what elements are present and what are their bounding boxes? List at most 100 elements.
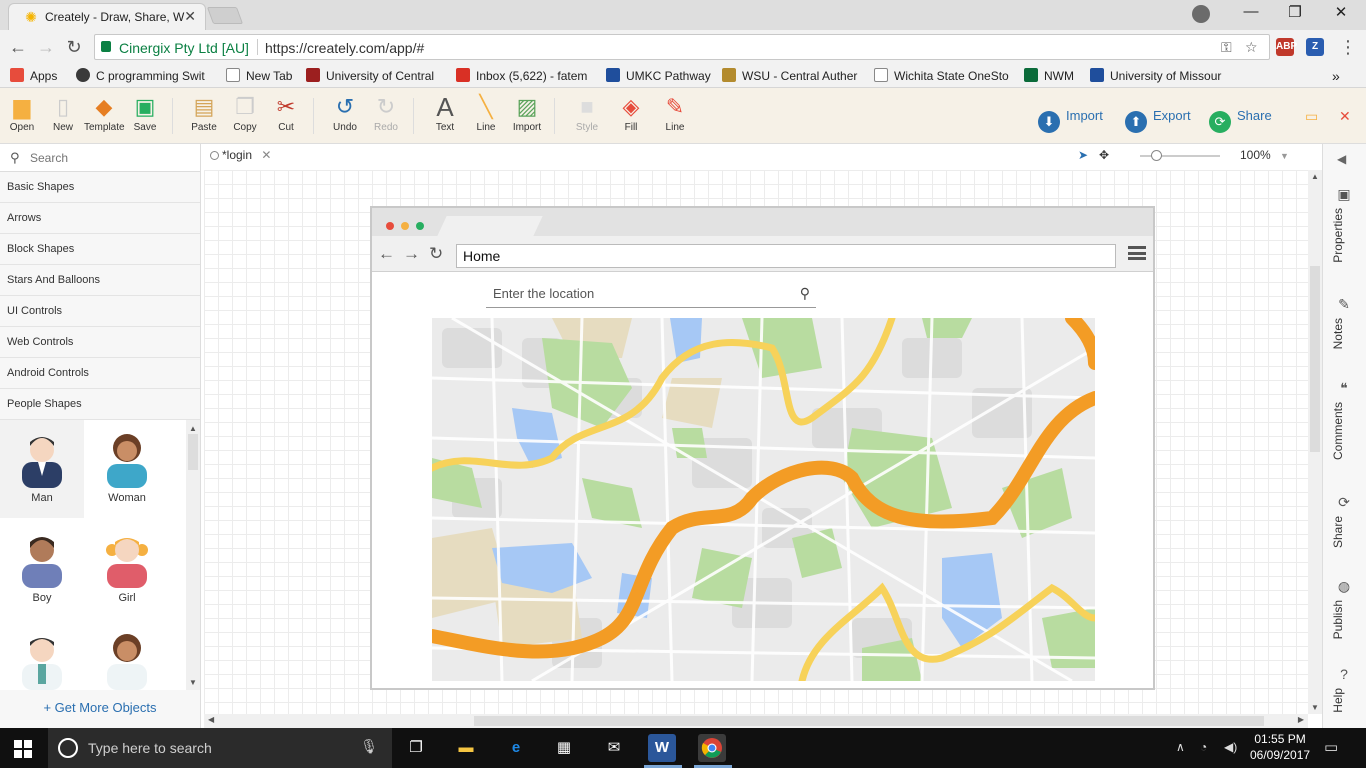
bookmark-c-programming[interactable]: C programming Swit [76, 68, 216, 83]
text-button[interactable]: A Text [425, 92, 465, 133]
cut-button[interactable]: ✂ Cut [266, 92, 306, 133]
adblock-icon[interactable]: ABP [1276, 38, 1297, 56]
new-button[interactable]: ▯ New [43, 92, 83, 133]
browser-tab[interactable]: ✺ Creately - Draw, Share, W ✕ [8, 3, 206, 30]
shape-doctor-female[interactable] [85, 620, 169, 690]
library-search-input[interactable] [30, 148, 190, 168]
bookmark-star-icon[interactable]: ☆ [1245, 39, 1258, 56]
back-icon[interactable]: ← [6, 37, 30, 58]
redo-button[interactable]: ↻ Redo [366, 92, 406, 133]
select-pointer-icon[interactable]: ➤ [1078, 148, 1088, 162]
fill-button[interactable]: ◈ Fill [611, 92, 651, 133]
browser-mockup-shape[interactable]: ← → ↻ Home Enter the location ⚲ [370, 206, 1155, 690]
bookmark-missouri[interactable]: University of Missour [1090, 68, 1224, 83]
properties-tab[interactable]: ▣ Properties [1323, 184, 1366, 284]
bookmark-ucf[interactable]: University of Central [306, 68, 440, 83]
network-icon[interactable]: ◔ [1200, 740, 1207, 754]
save-button[interactable]: ▣ Save [125, 92, 165, 133]
undo-button[interactable]: ↺ Undo [325, 92, 365, 133]
close-tab-icon[interactable]: ✕ [184, 8, 196, 25]
scroll-up-icon[interactable]: ▲ [1311, 172, 1319, 181]
shape-doctor-male[interactable] [0, 620, 84, 690]
bookmark-gmail[interactable]: Inbox (5,622) - fatem [456, 68, 592, 83]
url-text[interactable]: https://creately.com/app/# [265, 40, 424, 56]
close-document-icon[interactable]: ✕ [261, 148, 271, 162]
library-category[interactable]: Stars And Balloons [0, 265, 200, 296]
bookmark-new-tab[interactable]: New Tab [226, 68, 292, 83]
share-tab[interactable]: ⟳ Share [1323, 492, 1366, 562]
system-clock[interactable]: 01:55 PM 06/09/2017 [1250, 731, 1310, 763]
window-close-icon[interactable]: ✕ [1318, 3, 1364, 21]
zoom-slider-knob[interactable] [1151, 150, 1162, 161]
profile-icon[interactable] [1192, 5, 1210, 23]
open-button[interactable]: ▆ Open [2, 92, 42, 133]
tray-expand-icon[interactable]: ∧ [1176, 740, 1185, 754]
word-icon[interactable]: W [648, 734, 676, 762]
bookmark-wichita[interactable]: Wichita State OneSto [874, 68, 1010, 83]
line-style-button[interactable]: ✎ Line [655, 92, 695, 133]
canvas-vscroll-thumb[interactable] [1310, 266, 1320, 452]
share-button[interactable]: ⟳ Share [1209, 108, 1272, 133]
scroll-left-icon[interactable]: ◀ [208, 715, 214, 724]
publish-tab[interactable]: ◍ Publish [1323, 576, 1366, 646]
zotero-icon[interactable]: Z [1306, 38, 1324, 56]
reload-icon[interactable]: ↻ [62, 37, 86, 58]
comments-tab[interactable]: ❝ Comments [1323, 378, 1366, 474]
library-scroll-thumb[interactable] [188, 434, 198, 470]
library-category[interactable]: Android Controls [0, 358, 200, 389]
key-icon[interactable]: ⚿ [1221, 39, 1232, 56]
copy-button[interactable]: ❐ Copy [225, 92, 265, 133]
bookmark-nwm[interactable]: NWM [1024, 68, 1074, 83]
minimize-icon[interactable]: — [1228, 3, 1274, 20]
windows-start-icon[interactable] [14, 740, 32, 758]
fullscreen-icon[interactable]: ▭ [1305, 108, 1318, 125]
line-tool-button[interactable]: ╲ Line [466, 92, 506, 133]
library-category[interactable]: Web Controls [0, 327, 200, 358]
pan-move-icon[interactable]: ✥ [1099, 148, 1109, 162]
shape-woman[interactable]: Woman [85, 420, 169, 518]
more-bookmarks-icon[interactable]: » [1332, 68, 1340, 84]
shape-man[interactable]: Man [0, 420, 84, 518]
store-icon[interactable]: ▦ [550, 734, 578, 762]
address-bar[interactable]: Cinergix Pty Ltd [AU] https://creately.c… [94, 34, 1270, 60]
volume-icon[interactable]: ◀) [1224, 740, 1237, 754]
bookmark-wsu[interactable]: WSU - Central Auther [722, 68, 858, 83]
library-category[interactable]: People Shapes [0, 389, 200, 420]
library-category[interactable]: Arrows [0, 203, 200, 234]
library-category[interactable]: Block Shapes [0, 234, 200, 265]
canvas-horizontal-scrollbar[interactable]: ◀ ▶ [204, 714, 1308, 728]
export-button[interactable]: ⬆ Export [1125, 108, 1191, 133]
paste-button[interactable]: ▤ Paste [184, 92, 224, 133]
import-button[interactable]: ⬇ Import [1038, 108, 1103, 133]
library-category[interactable]: UI Controls [0, 296, 200, 327]
library-category[interactable]: Basic Shapes [0, 172, 200, 203]
action-center-icon[interactable]: ▭ [1324, 738, 1338, 756]
get-more-objects-link[interactable]: + Get More Objects [0, 700, 200, 715]
taskbar-search-box[interactable]: Type here to search 🎙︎ [48, 728, 392, 768]
template-button[interactable]: ◆ Template [84, 92, 125, 133]
bookmark-apps[interactable]: Apps [10, 68, 57, 83]
library-scrollbar[interactable]: ▲ ▼ [186, 420, 200, 690]
forward-icon[interactable]: → [34, 37, 58, 58]
scroll-down-icon[interactable]: ▼ [189, 678, 197, 687]
bookmark-umkc[interactable]: UMKC Pathway [606, 68, 711, 83]
scroll-down-icon[interactable]: ▼ [1311, 703, 1319, 712]
mockup-address-field[interactable]: Home [456, 244, 1116, 268]
restore-icon[interactable]: ❐ [1272, 3, 1318, 21]
zoom-level[interactable]: 100% [1240, 148, 1271, 162]
file-explorer-icon[interactable]: ▬ [452, 734, 480, 762]
mail-icon[interactable]: ✉ [600, 734, 628, 762]
help-tab[interactable]: ? Help [1323, 664, 1366, 724]
zoom-dropdown-icon[interactable]: ▼ [1280, 151, 1289, 161]
chrome-menu-icon[interactable]: ⋮ [1336, 37, 1360, 58]
task-view-icon[interactable]: ❐ [402, 734, 430, 762]
microphone-icon[interactable]: 🎙︎ [360, 738, 378, 755]
location-search-field[interactable]: Enter the location ⚲ [486, 284, 816, 308]
map-image[interactable] [432, 318, 1095, 681]
document-tab[interactable]: *login ✕ [210, 148, 271, 162]
import-image-button[interactable]: ▨ Import [507, 92, 547, 133]
notes-tab[interactable]: ✎ Notes [1323, 294, 1366, 364]
edge-icon[interactable]: e [502, 734, 530, 762]
style-button[interactable]: ■ Style [567, 92, 607, 133]
scroll-up-icon[interactable]: ▲ [189, 424, 197, 433]
